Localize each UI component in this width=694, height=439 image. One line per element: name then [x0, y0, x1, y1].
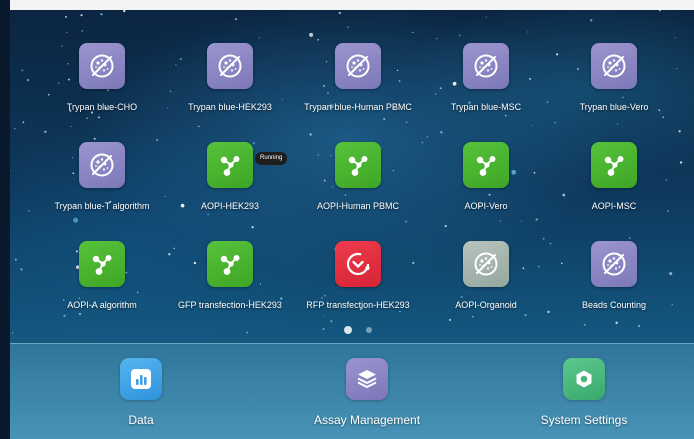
app-rfp-transfection-hek293[interactable]: RFP transfection-HEK293 — [298, 241, 418, 331]
app-label: AOPI-Vero — [464, 201, 508, 211]
molecule-icon — [463, 142, 509, 188]
app-label: RFP transfection-HEK293 — [306, 300, 410, 310]
app-label: AOPI-A algorithm — [67, 300, 137, 310]
molecule-icon — [335, 142, 381, 188]
app-gfp-transfection-hek293[interactable]: GFP transfection-HEK293 — [170, 241, 290, 331]
app-label: Trypan blue-T algorithm — [54, 201, 150, 211]
top-edge — [0, 0, 694, 10]
app-label: Trypan blue-CHO — [66, 102, 138, 112]
chart-icon — [120, 358, 162, 400]
app-aopi-msc[interactable]: AOPI-MSC — [554, 142, 674, 232]
app-label: Trypan blue-Human PBMC — [304, 102, 412, 112]
app-label: AOPI-Human PBMC — [316, 201, 400, 211]
trypan-blue-icon — [463, 43, 509, 89]
app-label: AOPI-HEK293 — [200, 201, 260, 211]
app-label: Trypan blue-Vero — [579, 102, 649, 112]
app-trypan-blue-t-algorithm[interactable]: Trypan blue-T algorithm — [42, 142, 162, 232]
layers-icon — [346, 358, 388, 400]
trypan-blue-icon — [463, 241, 509, 287]
app-label: Trypan blue-MSC — [450, 102, 522, 112]
app-label: Trypan blue-HEK293 — [188, 102, 272, 112]
molecule-icon — [207, 241, 253, 287]
app-trypan-blue-msc[interactable]: Trypan blue-MSC — [426, 43, 546, 133]
trypan-blue-icon — [335, 43, 381, 89]
trypan-blue-icon — [591, 241, 637, 287]
molecule-icon — [79, 241, 125, 287]
app-trypan-blue-vero[interactable]: Trypan blue-Vero — [554, 43, 674, 133]
app-trypan-blue-cho[interactable]: Trypan blue-CHO — [42, 43, 162, 133]
app-trypan-blue-human-pbmc[interactable]: Trypan blue-Human PBMC — [298, 43, 418, 133]
molecule-icon — [207, 142, 253, 188]
app-beads-counting[interactable]: Beads Counting — [554, 241, 674, 331]
left-edge — [0, 0, 10, 439]
home-screen: Trypan blue-CHO Trypan blue-HEK293 Trypa… — [0, 0, 694, 439]
app-label: AOPI-MSC — [591, 201, 637, 211]
app-aopi-hek293[interactable]: Running AOPI-HEK293 — [170, 142, 290, 232]
trypan-blue-icon — [207, 43, 253, 89]
page-dot-active[interactable] — [344, 326, 352, 334]
dock-label: Assay Management — [313, 413, 421, 427]
dock-label: Data — [128, 413, 154, 427]
trypan-blue-icon — [591, 43, 637, 89]
app-label: GFP transfection-HEK293 — [178, 300, 282, 310]
page-indicator — [0, 326, 694, 336]
dock-label: System Settings — [540, 413, 628, 427]
app-aopi-human-pbmc[interactable]: AOPI-Human PBMC — [298, 142, 418, 232]
page-dot[interactable] — [366, 327, 372, 333]
app-label: AOPI-Organoid — [455, 300, 517, 310]
dock-system-settings-button[interactable]: System Settings — [494, 358, 674, 438]
settings-icon — [563, 358, 605, 400]
trypan-blue-icon — [79, 43, 125, 89]
dock-data-button[interactable]: Data — [51, 358, 231, 438]
dock-assay-management-button[interactable]: Assay Management — [277, 358, 457, 438]
app-label: Beads Counting — [581, 300, 647, 310]
app-aopi-a-algorithm[interactable]: AOPI-A algorithm — [42, 241, 162, 331]
app-aopi-organoid[interactable]: AOPI-Organoid — [426, 241, 546, 331]
app-trypan-blue-hek293[interactable]: Trypan blue-HEK293 — [170, 43, 290, 133]
rfp-icon — [335, 241, 381, 287]
app-aopi-vero[interactable]: AOPI-Vero — [426, 142, 546, 232]
molecule-icon — [591, 142, 637, 188]
dock: Data Assay Management System Settings — [10, 343, 694, 439]
trypan-blue-icon — [79, 142, 125, 188]
running-badge: Running — [255, 152, 288, 165]
